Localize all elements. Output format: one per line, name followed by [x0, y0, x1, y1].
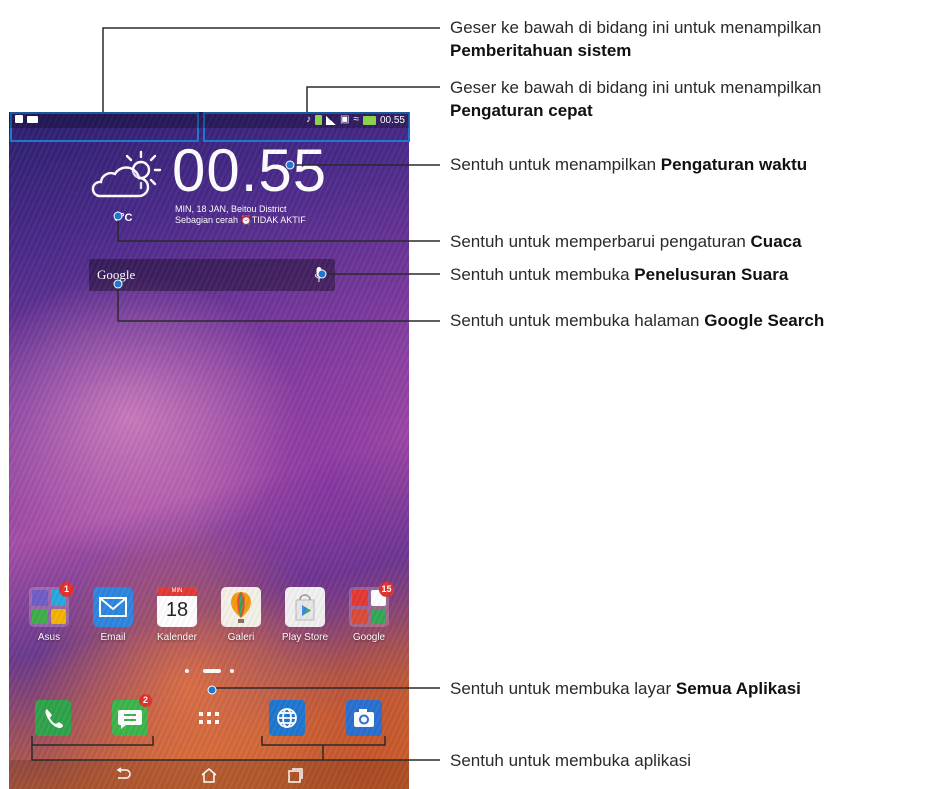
image-icon	[27, 116, 38, 123]
callout-bold: Penelusuran Suara	[634, 265, 789, 284]
callout-bold: Google Search	[704, 311, 825, 330]
callout-open-apps: Sentuh untuk membuka aplikasi	[450, 749, 691, 772]
callout-text: Sentuh untuk membuka aplikasi	[450, 751, 691, 770]
callout-time: Sentuh untuk menampilkan Pengaturan wakt…	[450, 153, 807, 176]
callout-text: Sentuh untuk membuka halaman	[450, 311, 705, 330]
callout-weather: Sentuh untuk memperbarui pengaturan Cuac…	[450, 230, 802, 253]
callout-text: Sentuh untuk memperbarui pengaturan	[450, 232, 751, 251]
callout-voice-search: Sentuh untuk membuka Penelusuran Suara	[450, 263, 788, 286]
mute-icon: ♪	[306, 114, 312, 125]
callout-text: Sentuh untuk membuka layar	[450, 679, 676, 698]
status-time: 00.55	[379, 114, 405, 126]
callout-bold: Pemberitahuan sistem	[450, 41, 632, 60]
callout-bold: Semua Aplikasi	[675, 679, 801, 698]
battery-icon	[362, 115, 376, 125]
callout-text: Sentuh untuk membuka	[450, 265, 635, 284]
callout-bold: Cuaca	[750, 232, 802, 251]
callout-text: Geser ke bawah di bidang ini untuk menam…	[450, 18, 822, 37]
callout-all-apps: Sentuh untuk membuka layar Semua Aplikas…	[450, 677, 801, 700]
callout-text: Sentuh untuk menampilkan	[450, 155, 661, 174]
wifi-icon: ≈	[353, 114, 359, 125]
data-icon: ▣	[340, 114, 350, 125]
notification-icons	[15, 115, 38, 123]
callout-bold: Pengaturan cepat	[450, 101, 593, 120]
signal-icon	[326, 115, 337, 125]
file-icon	[15, 115, 23, 123]
callout-quick-settings: Geser ke bawah di bidang ini untuk menam…	[450, 76, 821, 122]
callout-bold: Pengaturan waktu	[660, 155, 808, 174]
quick-settings-area: ♪ ▣ ≈ 00.55	[306, 114, 405, 126]
sim-icon	[315, 115, 323, 125]
callout-notifications: Geser ke bawah di bidang ini untuk menam…	[450, 16, 821, 62]
status-bar[interactable]: ♪ ▣ ≈ 00.55	[9, 112, 409, 128]
callout-google-search: Sentuh untuk membuka halaman Google Sear…	[450, 309, 824, 332]
callout-text: Geser ke bawah di bidang ini untuk menam…	[450, 78, 822, 97]
